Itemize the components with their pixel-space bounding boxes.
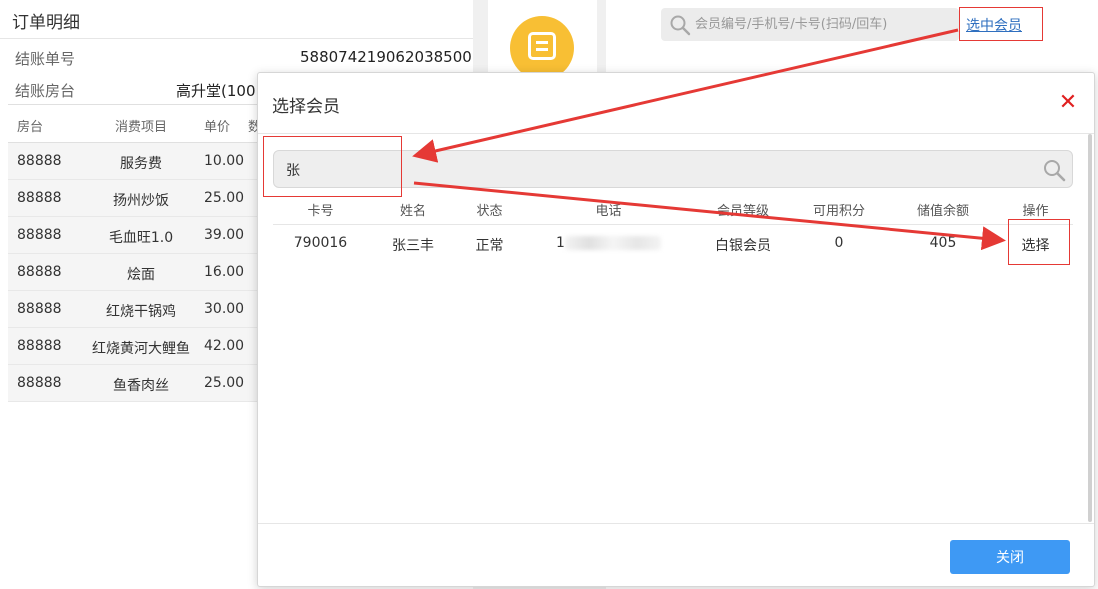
- row-room: 88888: [17, 227, 62, 243]
- row-item: 扬州炒饭: [113, 193, 169, 209]
- select-member-dialog: 选择会员 ✕ 卡号 姓名 状态 电话 会员等级 可用积分 储值余额 操作 790…: [257, 72, 1095, 587]
- row-room: 88888: [17, 153, 62, 169]
- member-balance: 405: [929, 235, 957, 251]
- menu-action-card[interactable]: [488, 0, 597, 80]
- bill-number-row: 结账单号 588074219062038500: [0, 41, 473, 73]
- member-name: 张三丰: [392, 238, 434, 254]
- col-card-no: 卡号: [307, 204, 334, 219]
- search-icon: [669, 14, 691, 40]
- bill-number-label: 结账单号: [15, 50, 76, 68]
- row-item: 红烧干锅鸡: [106, 304, 176, 320]
- checkout-room-value: 高升堂(100: [176, 82, 256, 100]
- order-title: 订单明细: [12, 13, 80, 33]
- phone-redacted: [564, 236, 661, 250]
- row-item: 烩面: [127, 267, 155, 283]
- row-room: 88888: [17, 301, 62, 317]
- member-search-input[interactable]: [695, 14, 950, 35]
- row-item: 毛血旺1.0: [108, 230, 174, 246]
- row-room: 88888: [17, 264, 62, 280]
- col-item: 消费项目: [114, 120, 167, 135]
- row-item: 红烧黄河大鲤鱼: [92, 341, 190, 357]
- table-row: 790016 张三丰 正常 1 白银会员 0 405 选择: [273, 225, 1073, 263]
- dialog-search-box: [273, 150, 1073, 188]
- annotation-highlight-select-member: [959, 7, 1043, 41]
- member-search-box: [661, 8, 959, 41]
- row-price: 39.00: [204, 227, 245, 243]
- member-status: 正常: [475, 238, 504, 254]
- close-icon[interactable]: ✕: [1058, 92, 1078, 114]
- select-member-button[interactable]: 选择: [998, 235, 1073, 255]
- divider: [0, 38, 473, 39]
- divider: [258, 523, 1094, 524]
- member-level: 白银会员: [715, 238, 771, 254]
- row-price: 30.00: [204, 301, 245, 317]
- menu-list-icon[interactable]: [510, 16, 574, 80]
- col-phone: 电话: [595, 204, 622, 219]
- search-icon[interactable]: [1042, 158, 1066, 186]
- col-level: 会员等级: [716, 204, 769, 219]
- bill-number-value: 588074219062038500: [300, 48, 472, 66]
- row-price: 25.00: [204, 375, 245, 391]
- member-phone: 1: [521, 235, 696, 251]
- col-name: 姓名: [399, 204, 426, 219]
- divider: [258, 133, 1094, 134]
- row-room: 88888: [17, 190, 62, 206]
- row-price: 42.00: [204, 338, 245, 354]
- scrollbar[interactable]: [1088, 134, 1092, 522]
- col-balance: 储值余额: [916, 204, 969, 219]
- row-room: 88888: [17, 338, 62, 354]
- member-points: 0: [834, 235, 844, 251]
- col-room: 房台: [17, 120, 44, 135]
- row-price: 25.00: [204, 190, 245, 206]
- close-button[interactable]: 关闭: [950, 540, 1070, 574]
- dialog-title: 选择会员: [272, 97, 340, 117]
- col-price: 单价: [204, 120, 231, 135]
- col-points: 可用积分: [812, 204, 865, 219]
- checkout-room-label: 结账房台: [15, 82, 76, 100]
- col-status: 状态: [476, 204, 503, 219]
- member-phone-prefix: 1: [556, 235, 565, 251]
- member-table-header: 卡号 姓名 状态 电话 会员等级 可用积分 储值余额 操作: [273, 197, 1073, 225]
- col-operation: 操作: [1022, 204, 1049, 219]
- member-card-no: 790016: [293, 235, 348, 251]
- row-room: 88888: [17, 375, 62, 391]
- row-price: 16.00: [204, 264, 245, 280]
- row-price: 10.00: [204, 153, 245, 169]
- dialog-search-input[interactable]: [286, 159, 1026, 181]
- row-item: 鱼香肉丝: [113, 378, 169, 394]
- row-item: 服务费: [120, 156, 162, 172]
